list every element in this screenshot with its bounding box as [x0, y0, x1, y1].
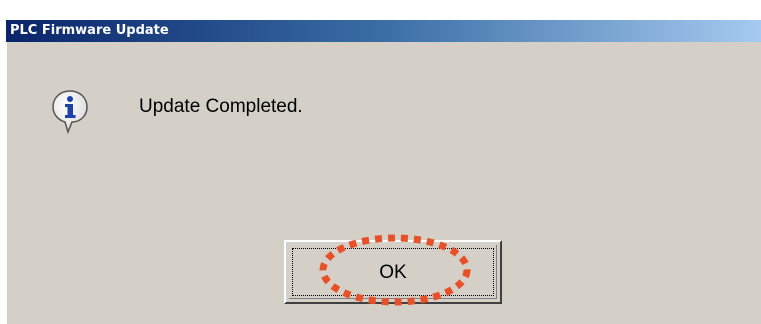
ok-button-label: OK — [379, 262, 407, 283]
info-icon — [52, 90, 88, 135]
ok-button[interactable]: OK — [284, 240, 502, 304]
message-text: Update Completed. — [139, 96, 303, 117]
dialog-titlebar[interactable]: PLC Firmware Update — [6, 20, 761, 42]
dialog-title: PLC Firmware Update — [10, 23, 169, 38]
